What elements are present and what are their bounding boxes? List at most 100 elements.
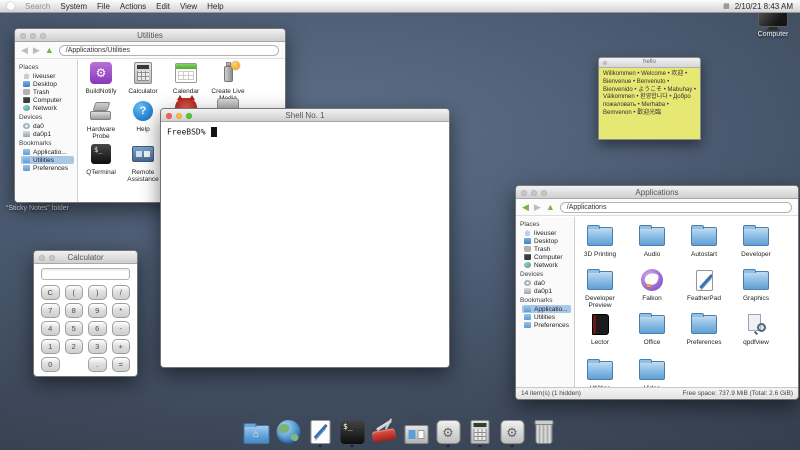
dock-web-browser[interactable] — [275, 420, 302, 448]
sidebar-item-computer[interactable]: Computer — [21, 96, 74, 104]
sidebar-item-da0[interactable]: da0 — [522, 279, 571, 287]
app-calendar[interactable]: Calendar — [164, 60, 208, 95]
menu-actions[interactable]: Actions — [120, 2, 146, 11]
calculator-display[interactable] — [41, 268, 130, 280]
utilities-titlebar[interactable]: Utilities — [15, 29, 285, 42]
key-7[interactable]: 7 — [41, 303, 60, 318]
key-divide[interactable]: / — [112, 285, 131, 300]
key-8[interactable]: 8 — [65, 303, 84, 318]
sidebar-item-utilities[interactable]: Utilities — [21, 156, 74, 164]
zoom-button[interactable] — [186, 113, 192, 119]
key-subtract[interactable]: - — [112, 321, 131, 336]
app-help[interactable]: ? Help — [121, 98, 165, 133]
up-button[interactable]: ▲ — [546, 203, 555, 212]
dock-settings[interactable]: ⚙ — [435, 420, 462, 448]
key-4[interactable]: 4 — [41, 321, 60, 336]
key-0[interactable]: 0 — [41, 357, 60, 372]
menu-search[interactable]: Search — [25, 2, 50, 11]
sidebar-item-da0p1[interactable]: da0p1 — [522, 287, 571, 295]
sidebar-item-desktop[interactable]: Desktop — [522, 237, 571, 245]
hello-logo-icon[interactable] — [7, 2, 15, 10]
sidebar-item-trash[interactable]: Trash — [522, 245, 571, 253]
key-5[interactable]: 5 — [65, 321, 84, 336]
sidebar-item-trash[interactable]: Trash — [21, 88, 74, 96]
calculator-titlebar[interactable]: Calculator — [34, 251, 137, 264]
key-6[interactable]: 6 — [88, 321, 107, 336]
close-button[interactable] — [521, 190, 527, 196]
app-qterminal[interactable]: $_ QTerminal — [79, 141, 123, 176]
sidebar-item-network[interactable]: Network — [522, 261, 571, 269]
close-button[interactable] — [20, 33, 26, 39]
folder-office[interactable]: Office — [630, 311, 674, 346]
key-add[interactable]: + — [112, 339, 131, 354]
sidebar-item-computer[interactable]: Computer — [522, 253, 571, 261]
folder-audio[interactable]: Audio — [630, 223, 674, 258]
minimize-button[interactable] — [176, 113, 182, 119]
app-lector[interactable]: Lector — [578, 311, 622, 346]
dock-featherpad[interactable] — [307, 420, 334, 448]
folder-3d-printing[interactable]: 3D Printing — [578, 223, 622, 258]
dock-system-settings[interactable]: ⚙ — [499, 420, 526, 448]
key-clear[interactable]: C — [41, 285, 60, 300]
folder-developer[interactable]: Developer — [734, 223, 778, 258]
folder-preferences[interactable]: Preferences — [682, 311, 726, 346]
app-featherpad[interactable]: FeatherPad — [682, 267, 726, 302]
dock-display-settings[interactable] — [403, 425, 430, 448]
sidebar-item-liveuser[interactable]: liveuser — [21, 72, 74, 80]
zoom-button[interactable] — [541, 190, 547, 196]
folder-developer-preview[interactable]: Developer Preview — [578, 267, 622, 310]
applications-titlebar[interactable]: Applications — [516, 186, 798, 199]
app-remote-assistance[interactable]: Remote Assistance — [121, 141, 165, 184]
close-button[interactable] — [603, 61, 607, 65]
key-1[interactable]: 1 — [41, 339, 60, 354]
sticky-note-text[interactable]: Willkommen • Welcome • 欢迎 • Bienvenue • … — [599, 68, 700, 139]
sidebar-item-liveuser[interactable]: liveuser — [522, 229, 571, 237]
sidebar-item-utilities[interactable]: Utilities — [522, 313, 571, 321]
terminal-titlebar[interactable]: Shell No. 1 — [161, 109, 449, 122]
sidebar-item-preferences[interactable]: Preferences — [522, 321, 571, 329]
dock-calculator[interactable] — [467, 420, 494, 448]
terminal-content[interactable]: FreeBSD% — [161, 122, 449, 368]
key-2[interactable]: 2 — [65, 339, 84, 354]
dock-qterminal[interactable]: $_ — [339, 420, 366, 448]
key-9[interactable]: 9 — [88, 303, 107, 318]
minimize-button[interactable] — [531, 190, 537, 196]
sidebar-item-desktop[interactable]: Desktop — [21, 80, 74, 88]
app-buildnotify[interactable]: ⚙ BuildNotify — [79, 60, 123, 95]
key-equals[interactable]: = — [112, 357, 131, 372]
minimize-button[interactable] — [30, 33, 36, 39]
close-button[interactable] — [166, 113, 172, 119]
forward-button[interactable]: ▶ — [33, 46, 40, 55]
zoom-button[interactable] — [40, 33, 46, 39]
menu-help[interactable]: Help — [207, 2, 223, 11]
sidebar-item-da0p1[interactable]: da0p1 — [21, 130, 74, 138]
folder-graphics[interactable]: Graphics — [734, 267, 778, 302]
sidebar-item-preferences[interactable]: Preferences — [21, 164, 74, 172]
app-falkon[interactable]: Falkon — [630, 267, 674, 302]
key-decimal[interactable]: . — [88, 357, 107, 372]
sidebar-item-applications[interactable]: Applicatio... — [522, 305, 571, 313]
minimize-button[interactable] — [49, 255, 55, 261]
back-button[interactable]: ◀ — [522, 203, 529, 212]
sticky-note-titlebar[interactable]: hello — [599, 58, 700, 68]
menubar-clock[interactable]: 2/10/21 8:43 AM — [735, 2, 793, 11]
key-open-paren[interactable]: ( — [65, 285, 84, 300]
app-create-live-media[interactable]: Create Live Media — [206, 60, 250, 103]
menu-view[interactable]: View — [180, 2, 197, 11]
app-calculator[interactable]: Calculator — [121, 60, 165, 95]
sidebar-item-applications[interactable]: Applicatio... — [21, 148, 74, 156]
close-button[interactable] — [39, 255, 45, 261]
key-close-paren[interactable]: ) — [88, 285, 107, 300]
path-field[interactable]: /Applications — [560, 202, 792, 213]
path-field[interactable]: /Applications/Utilities — [59, 45, 279, 56]
app-qpdfview[interactable]: qpdfview — [734, 311, 778, 346]
dock-files[interactable]: ⌂ — [243, 425, 270, 448]
menu-file[interactable]: File — [97, 2, 110, 11]
up-button[interactable]: ▲ — [45, 46, 54, 55]
input-grid-icon[interactable]: ▦ — [723, 2, 730, 10]
folder-autostart[interactable]: Autostart — [682, 223, 726, 258]
dock-utilities-knife[interactable] — [371, 420, 398, 448]
dock-trash[interactable] — [531, 422, 558, 448]
menu-edit[interactable]: Edit — [156, 2, 170, 11]
menu-system[interactable]: System — [60, 2, 87, 11]
